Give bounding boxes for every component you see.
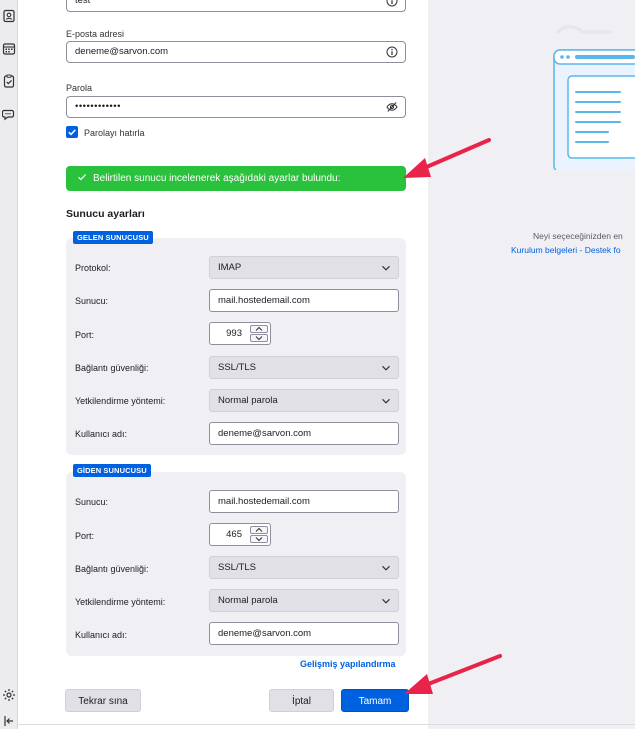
email-label: E-posta adresi	[66, 29, 125, 39]
incoming-server-value: mail.hostedemail.com	[218, 295, 310, 306]
outgoing-port-input[interactable]: 465	[209, 523, 271, 546]
spin-up-icon[interactable]	[250, 325, 268, 333]
incoming-server-label: Sunucu:	[75, 296, 109, 306]
incoming-security-label: Bağlantı güvenliği:	[75, 363, 149, 373]
incoming-security-select[interactable]: SSL/TLS	[209, 356, 399, 379]
outgoing-username-value: deneme@sarvon.com	[218, 628, 312, 639]
incoming-username-input[interactable]: deneme@sarvon.com	[209, 422, 399, 445]
chat-icon[interactable]	[2, 107, 16, 121]
protocol-label: Protokol:	[75, 263, 111, 273]
calendar-icon[interactable]	[2, 42, 16, 56]
incoming-port-input[interactable]: 993	[209, 322, 271, 345]
outgoing-server-card: GİDEN SUNUCUSU Sunucu: mail.hostedemail.…	[66, 464, 406, 656]
incoming-auth-label: Yetkilendirme yöntemi:	[75, 396, 166, 406]
chevron-down-icon	[381, 396, 391, 406]
chevron-down-icon	[381, 363, 391, 373]
name-value: test	[75, 0, 91, 6]
spin-down-icon[interactable]	[250, 334, 268, 342]
check-icon	[77, 172, 87, 182]
outgoing-auth-select[interactable]: Normal parola	[209, 589, 399, 612]
outgoing-server-value: mail.hostedemail.com	[218, 496, 310, 507]
incoming-username-label: Kullanıcı adı:	[75, 429, 128, 439]
outgoing-security-select[interactable]: SSL/TLS	[209, 556, 399, 579]
status-banner: Belirtilen sunucu incelenerek aşağıdaki …	[66, 166, 406, 191]
server-settings-title: Sunucu ayarları	[66, 208, 145, 220]
protocol-select[interactable]: IMAP	[209, 256, 399, 279]
outgoing-server-input[interactable]: mail.hostedemail.com	[209, 490, 399, 513]
outgoing-port-value: 465	[226, 529, 242, 540]
tasks-icon[interactable]	[2, 74, 16, 88]
chevron-down-icon	[381, 563, 391, 573]
email-value: deneme@sarvon.com	[75, 46, 169, 57]
collapse-icon[interactable]	[2, 714, 16, 728]
port-spinner[interactable]	[250, 526, 268, 543]
outgoing-auth-value: Normal parola	[218, 595, 278, 606]
incoming-server-input[interactable]: mail.hostedemail.com	[209, 289, 399, 312]
incoming-server-card: GELEN SUNUCUSU Protokol: IMAP Sunucu: ma…	[66, 231, 406, 455]
incoming-port-value: 993	[226, 328, 242, 339]
address-book-icon[interactable]	[2, 9, 16, 23]
help-links[interactable]: Kurulum belgeleri - Destek fo	[511, 245, 621, 255]
spaces-toolbar	[0, 0, 18, 729]
outgoing-security-label: Bağlantı güvenliği:	[75, 564, 149, 574]
password-value: ••••••••••••	[75, 101, 121, 112]
protocol-value: IMAP	[218, 262, 242, 273]
done-button[interactable]: Tamam	[341, 689, 409, 712]
outgoing-username-input[interactable]: deneme@sarvon.com	[209, 622, 399, 645]
incoming-server-badge: GELEN SUNUCUSU	[73, 231, 153, 244]
remember-password-label[interactable]: Parolayı hatırla	[84, 128, 145, 138]
outgoing-security-value: SSL/TLS	[218, 562, 257, 573]
outgoing-server-badge: GİDEN SUNUCUSU	[73, 464, 151, 477]
status-divider	[18, 724, 635, 725]
password-field[interactable]: ••••••••••••	[66, 96, 406, 118]
outgoing-auth-label: Yetkilendirme yöntemi:	[75, 597, 166, 607]
incoming-security-value: SSL/TLS	[218, 362, 257, 373]
incoming-auth-value: Normal parola	[218, 395, 278, 406]
port-spinner[interactable]	[250, 325, 268, 342]
password-label: Parola	[66, 83, 93, 93]
chevron-down-icon	[381, 596, 391, 606]
retest-button[interactable]: Tekrar sına	[65, 689, 141, 712]
outgoing-port-label: Port:	[75, 531, 95, 541]
setup-illustration	[553, 25, 635, 170]
info-icon[interactable]	[386, 46, 398, 58]
info-icon[interactable]	[386, 0, 398, 7]
help-text: Neyi seçeceğinizden en	[533, 231, 623, 241]
remember-password-checkbox[interactable]	[66, 126, 78, 138]
incoming-auth-select[interactable]: Normal parola	[209, 389, 399, 412]
email-field[interactable]: deneme@sarvon.com	[66, 41, 406, 63]
spin-down-icon[interactable]	[250, 535, 268, 543]
eye-slash-icon[interactable]	[386, 101, 398, 113]
outgoing-username-label: Kullanıcı adı:	[75, 630, 128, 640]
settings-icon[interactable]	[2, 688, 16, 702]
incoming-port-label: Port:	[75, 330, 95, 340]
status-banner-text: Belirtilen sunucu incelenerek aşağıdaki …	[93, 173, 341, 184]
advanced-config-link[interactable]: Gelişmiş yapılandırma	[300, 659, 396, 669]
help-panel: Neyi seçeceğinizden en Kurulum belgeleri…	[428, 0, 635, 729]
cancel-button[interactable]: İptal	[269, 689, 334, 712]
name-field[interactable]: test	[66, 0, 406, 12]
outgoing-server-label: Sunucu:	[75, 497, 109, 507]
account-setup-form: test E-posta adresi deneme@sarvon.com Pa…	[18, 0, 428, 729]
spin-up-icon[interactable]	[250, 526, 268, 534]
incoming-username-value: deneme@sarvon.com	[218, 428, 312, 439]
chevron-down-icon	[381, 263, 391, 273]
